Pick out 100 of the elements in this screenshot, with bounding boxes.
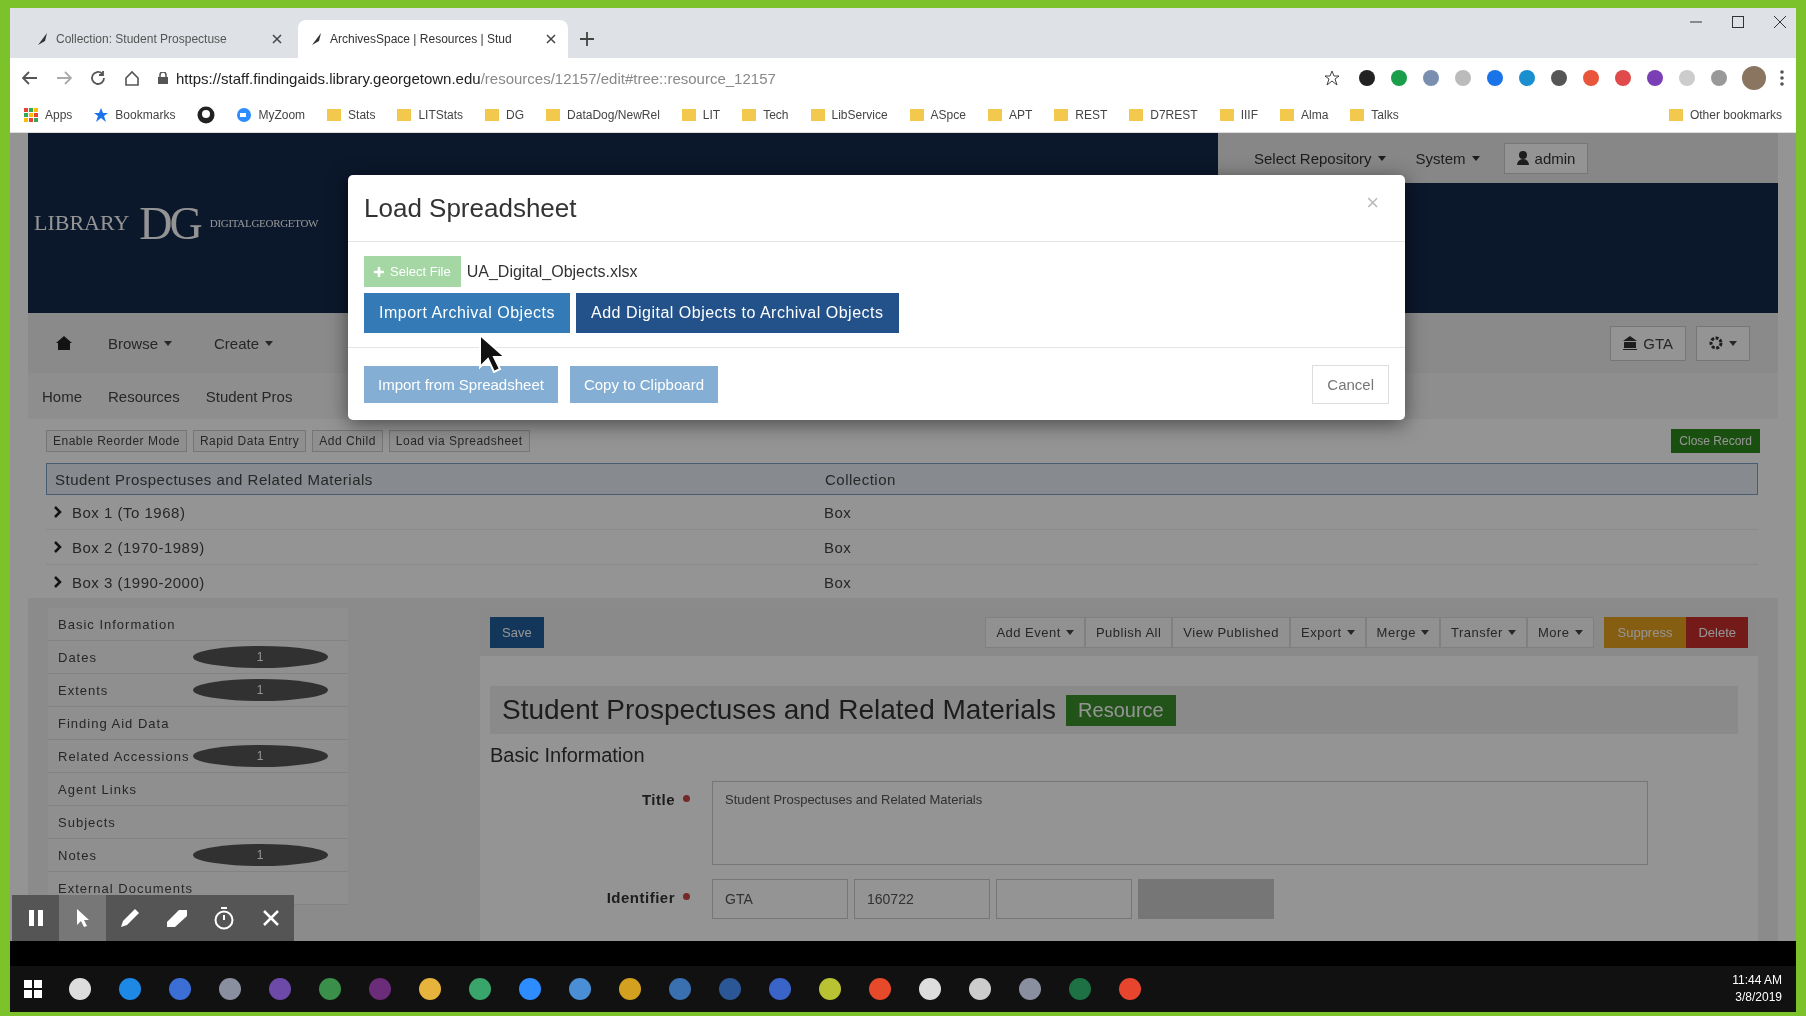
chevron-icon[interactable] bbox=[54, 576, 62, 588]
app-icon[interactable] bbox=[568, 977, 592, 1001]
bookmark[interactable]: DataDog/NewRel bbox=[546, 108, 660, 122]
identifier-field[interactable]: GTA bbox=[712, 879, 848, 919]
import-option-button[interactable]: Import Archival Objects bbox=[364, 293, 570, 333]
toolbar-button[interactable]: Export bbox=[1290, 616, 1366, 648]
home-icon[interactable] bbox=[124, 70, 140, 86]
back-icon[interactable] bbox=[22, 71, 38, 85]
video-icon bbox=[237, 108, 252, 122]
bookmark[interactable]: Talks bbox=[1350, 108, 1399, 122]
sidebar-item[interactable]: Basic Information bbox=[48, 608, 348, 641]
menu-dropdown[interactable]: System bbox=[1409, 148, 1486, 168]
bookmark[interactable]: REST bbox=[1054, 108, 1108, 122]
tree-node[interactable]: Box 2 (1970-1989) bbox=[72, 538, 205, 556]
extension-icon[interactable] bbox=[1358, 69, 1376, 87]
bookmark[interactable]: LIT bbox=[681, 108, 721, 122]
plus-icon[interactable] bbox=[580, 32, 594, 46]
sidebar-item[interactable]: Dates 1 bbox=[48, 641, 348, 674]
tree-root-row[interactable]: Student Prospectuses and Related Materials Collection bbox=[46, 463, 1758, 495]
app-icon[interactable] bbox=[468, 977, 492, 1001]
menu-dropdown[interactable]: Select Repository bbox=[1248, 148, 1392, 168]
recorder-tool[interactable] bbox=[59, 895, 106, 941]
avatar-icon[interactable] bbox=[1742, 66, 1766, 90]
toolbar-button[interactable]: More bbox=[1526, 616, 1594, 648]
app-icon[interactable] bbox=[418, 977, 442, 1001]
tree-toolbar-button[interactable]: Add Child bbox=[312, 430, 383, 452]
bookmark[interactable]: DG bbox=[485, 108, 525, 122]
tree-toolbar-button[interactable]: Rapid Data Entry bbox=[192, 430, 307, 452]
bookmark[interactable]: Apps bbox=[24, 108, 73, 122]
close-record-button[interactable]: Close Record bbox=[1671, 429, 1760, 453]
bookmark[interactable]: ASpce bbox=[909, 108, 966, 122]
maximize-icon[interactable] bbox=[1732, 16, 1744, 28]
toolbar-button[interactable]: Add Event bbox=[985, 616, 1085, 648]
recorder-tool[interactable] bbox=[106, 895, 153, 941]
sidebar-item[interactable]: Related Accessions 1 bbox=[48, 740, 348, 773]
save-button[interactable]: Save bbox=[490, 616, 544, 648]
start-icon[interactable] bbox=[24, 980, 42, 998]
identifier-field[interactable] bbox=[1138, 879, 1274, 919]
bookmark[interactable]: APT bbox=[987, 108, 1033, 122]
app-icon[interactable] bbox=[818, 977, 842, 1001]
star-icon[interactable] bbox=[1324, 70, 1340, 86]
identifier-field[interactable] bbox=[996, 879, 1132, 919]
home-icon[interactable] bbox=[56, 335, 72, 351]
settings-button[interactable] bbox=[1696, 325, 1750, 361]
bookmark[interactable]: Bookmarks bbox=[94, 108, 176, 122]
cancel-button[interactable]: Cancel bbox=[1312, 364, 1389, 404]
app-icon[interactable] bbox=[618, 977, 642, 1001]
browser-tab[interactable]: Collection: Student Prospectuse bbox=[24, 20, 294, 58]
bookmark[interactable]: IIIF bbox=[1219, 108, 1258, 122]
app-icon[interactable] bbox=[918, 977, 942, 1001]
tree-node[interactable]: Box 3 (1990-2000) bbox=[72, 573, 205, 591]
sidebar-item[interactable]: Finding Aid Data bbox=[48, 707, 348, 740]
app-icon[interactable] bbox=[218, 977, 242, 1001]
sidebar-item[interactable]: Extents 1 bbox=[48, 674, 348, 707]
sidebar-item[interactable]: Subjects bbox=[48, 806, 348, 839]
breadcrumb-link[interactable]: Resources bbox=[108, 387, 180, 405]
recorder-tool[interactable] bbox=[247, 895, 294, 941]
bookmark[interactable]: MyZoom bbox=[237, 108, 306, 122]
bookmark[interactable]: LibService bbox=[810, 108, 888, 122]
import-option-button[interactable]: Add Digital Objects to Archival Objects bbox=[576, 293, 899, 333]
extension-icon[interactable] bbox=[1646, 69, 1664, 87]
tree-toolbar-button[interactable]: Enable Reorder Mode bbox=[46, 430, 187, 452]
toolbar-button[interactable]: Transfer bbox=[1439, 616, 1527, 648]
bookmark[interactable]: Alma bbox=[1279, 108, 1329, 122]
chevron-icon[interactable] bbox=[54, 541, 62, 553]
browser-tab[interactable]: ArchivesSpace | Resources | Stud bbox=[298, 20, 568, 58]
app-icon[interactable] bbox=[518, 977, 542, 1001]
toolbar-button[interactable]: Publish All bbox=[1084, 616, 1173, 648]
close-icon[interactable] bbox=[272, 34, 282, 44]
repository-button[interactable]: GTA bbox=[1610, 325, 1686, 361]
delete-button[interactable]: Delete bbox=[1686, 616, 1748, 648]
toolbar-button[interactable]: View Published bbox=[1172, 616, 1290, 648]
sidebar-item[interactable]: Notes 1 bbox=[48, 839, 348, 872]
user-menu[interactable]: admin bbox=[1503, 142, 1589, 174]
close-icon[interactable] bbox=[546, 34, 556, 44]
bookmark[interactable]: LITStats bbox=[397, 108, 464, 122]
menu-icon[interactable] bbox=[1780, 70, 1784, 86]
recorder-tool[interactable] bbox=[12, 895, 59, 941]
app-icon[interactable] bbox=[1018, 977, 1042, 1001]
close-icon[interactable] bbox=[1774, 16, 1786, 28]
extension-icon[interactable] bbox=[1550, 69, 1568, 87]
title-field[interactable]: Student Prospectuses and Related Materials bbox=[712, 781, 1648, 865]
tree-node[interactable]: Box 1 (To 1968) bbox=[72, 503, 186, 521]
bookmark[interactable]: Other bookmarks bbox=[1668, 108, 1782, 122]
app-icon[interactable] bbox=[68, 977, 92, 1001]
sidebar-item[interactable]: Agent Links bbox=[48, 773, 348, 806]
app-icon[interactable] bbox=[968, 977, 992, 1001]
folder-icon bbox=[397, 109, 412, 121]
tree-toolbar-button[interactable]: Load via Spreadsheet bbox=[388, 430, 530, 452]
identifier-field[interactable]: 160722 bbox=[854, 879, 990, 919]
toolbar-button[interactable]: Merge bbox=[1365, 616, 1440, 648]
nav-dropdown[interactable]: Browse bbox=[102, 333, 179, 353]
bookmark[interactable]: D7REST bbox=[1129, 108, 1198, 122]
bookmark[interactable]: Tech bbox=[742, 108, 789, 122]
reload-icon[interactable] bbox=[90, 70, 106, 86]
breadcrumb-link[interactable]: Home bbox=[42, 387, 82, 405]
breadcrumb-link[interactable]: Student Pros bbox=[205, 387, 293, 405]
bookmark[interactable]: Stats bbox=[327, 108, 376, 122]
nav-dropdown[interactable]: Create bbox=[208, 333, 280, 353]
chevron-icon[interactable] bbox=[54, 506, 62, 518]
